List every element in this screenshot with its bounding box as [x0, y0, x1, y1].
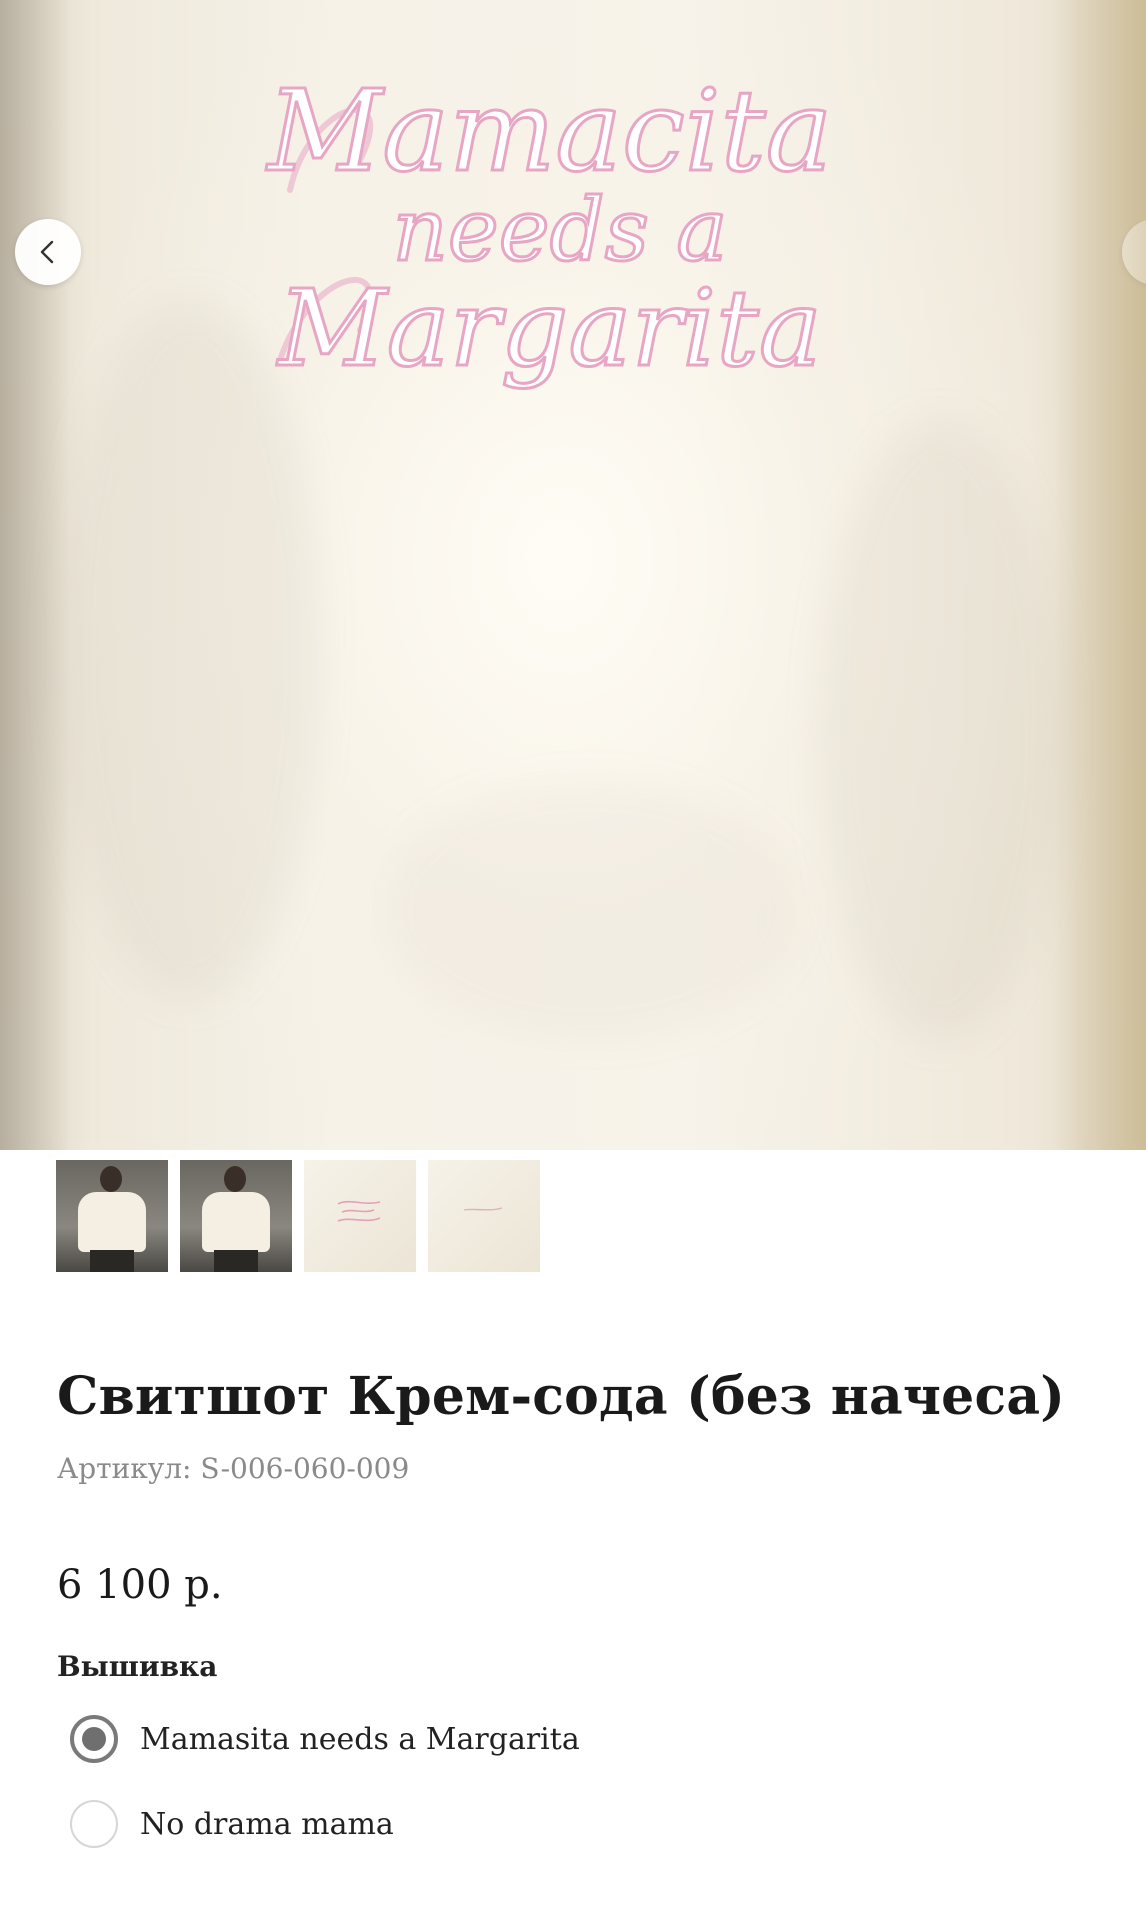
embroidery-text: Mamacita needs a Margarita — [264, 66, 834, 392]
thumbnail-strip — [56, 1160, 540, 1272]
embroidery-closeup — [463, 1207, 503, 1211]
embroidery-closeup — [337, 1200, 381, 1222]
model-head — [100, 1166, 122, 1192]
fabric-fold — [820, 420, 1060, 1040]
option-label: Mamasita needs a Margarita — [140, 1721, 580, 1757]
embroidery-line-2: needs a — [393, 181, 728, 281]
model-sweatshirt — [78, 1192, 146, 1252]
radio-button-selected[interactable] — [70, 1715, 118, 1763]
thumbnail-1[interactable] — [56, 1160, 168, 1272]
product-sku: Артикул: S-006-060-009 — [57, 1452, 410, 1485]
thumbnail-2[interactable] — [180, 1160, 292, 1272]
product-price: 6 100 р. — [57, 1562, 223, 1608]
embroidery-option-no-drama[interactable]: No drama mama — [70, 1800, 394, 1848]
fabric-fold — [380, 780, 800, 1040]
option-label: No drama mama — [140, 1806, 394, 1842]
chevron-left-icon — [40, 240, 54, 264]
gallery-prev-button[interactable] — [15, 219, 81, 285]
embroidery-line-3: Margarita — [276, 267, 822, 390]
thumbnail-4[interactable] — [428, 1160, 540, 1272]
model-sweatshirt — [202, 1192, 270, 1252]
model-pants — [214, 1250, 258, 1272]
embroidery-line-1: Mamacita — [266, 67, 833, 197]
radio-button[interactable] — [70, 1800, 118, 1848]
chevron-right-icon — [1142, 239, 1146, 265]
embroidery-option-mamasita[interactable]: Mamasita needs a Margarita — [70, 1715, 580, 1763]
thumbnail-3[interactable] — [304, 1160, 416, 1272]
model-pants — [90, 1250, 134, 1272]
product-title: Свитшот Крем-сода (без начеса) — [57, 1366, 1066, 1427]
model-head — [224, 1166, 246, 1192]
product-main-image[interactable]: Mamacita needs a Margarita — [0, 0, 1146, 1150]
embroidery-option-label: Вышивка — [57, 1650, 218, 1683]
gallery-next-button[interactable] — [1122, 219, 1146, 285]
